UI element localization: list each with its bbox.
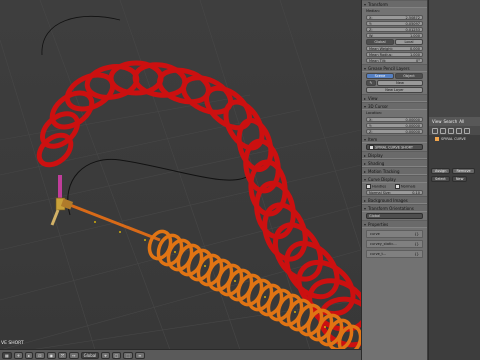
3d-viewport[interactable]: VE SHORT — [0, 0, 361, 350]
new-button[interactable]: New — [451, 176, 468, 182]
custom-prop-row[interactable]: curve{} — [366, 230, 423, 238]
transform-header[interactable]: ▾ Transform — [362, 0, 427, 8]
expand-icon: ▾ — [364, 136, 367, 142]
location-label: Location: — [366, 111, 382, 115]
view-header[interactable]: ▸ View — [362, 94, 427, 102]
mode-icon[interactable]: ⊡ — [35, 351, 45, 359]
layer-icon[interactable]: ⌖ — [101, 351, 110, 359]
collapse-icon: ▸ — [364, 160, 367, 166]
display-header[interactable]: ▸ Display — [362, 151, 427, 159]
normal-size-field[interactable]: Normal Size: 0.10 — [366, 190, 423, 195]
curve-icon — [435, 137, 439, 141]
shading-icon[interactable]: ◉ — [46, 351, 57, 359]
new-layer-button[interactable]: New Layer — [366, 87, 423, 93]
view-menu[interactable]: View — [432, 119, 442, 124]
item-name-field[interactable]: SPIRAL CURVE SHORT — [366, 144, 423, 150]
properties-header[interactable]: ▾ Properties — [362, 220, 427, 228]
normals-checkbox[interactable]: Normals — [395, 184, 423, 189]
object-button[interactable]: Object — [395, 73, 423, 79]
checkbox-icon — [366, 184, 371, 189]
pivot-icon[interactable]: ⤧ — [58, 351, 68, 359]
camera-icon[interactable] — [432, 127, 438, 134]
mean-weight-field[interactable]: Mean Weight: 0.000 — [366, 46, 423, 51]
curve-display-header[interactable]: ▾ Curve Display — [362, 175, 427, 183]
z-field[interactable]: Z: 0.01253 — [366, 27, 423, 32]
expand-icon: ▾ — [364, 65, 367, 71]
expand-icon: ▾ — [364, 205, 367, 211]
global-button[interactable]: Global — [366, 39, 394, 45]
outliner-panel: View Search All SPIRAL CURVE Assign Remo… — [428, 0, 480, 360]
w-field[interactable]: W: 1.000 — [366, 33, 423, 38]
outliner-top-area — [429, 0, 480, 117]
all-scenes-select[interactable]: All — [459, 119, 464, 124]
grease-pencil-header[interactable]: ▾ Grease Pencil Layers — [362, 64, 427, 72]
collapse-icon: ▸ — [364, 95, 367, 101]
view-menu[interactable]: + — [13, 351, 24, 359]
item-header[interactable]: ▾ Item — [362, 135, 427, 143]
assign-button[interactable]: Assign — [431, 168, 451, 174]
orientation-select[interactable]: Global — [80, 351, 100, 359]
mean-radius-field[interactable]: Mean Radius: 1.000 — [366, 52, 423, 57]
viewport-header: ▦ + ▸ ⊡ ◉ ⤧ ↔ Global ⌖ ▢ ⬚ ≡ — [0, 349, 361, 360]
collapse-icon: ▸ — [364, 197, 367, 203]
texture-icon[interactable] — [456, 127, 462, 134]
cursor-y-field[interactable]: Y: 0.00000 — [366, 123, 423, 128]
select-menu[interactable]: ▸ — [25, 351, 34, 359]
custom-prop-row[interactable]: curve_t...{} — [366, 250, 423, 258]
new-gp-button[interactable]: New — [377, 80, 423, 86]
outliner-toolbar — [429, 126, 480, 135]
scene-button[interactable]: Scene — [366, 73, 394, 79]
editor-type-button[interactable]: ▦ — [2, 351, 12, 359]
cursor-z-field[interactable]: Z: 0.00000 — [366, 129, 423, 134]
handles-checkbox[interactable]: Handles — [366, 184, 394, 189]
view-label: VE SHORT — [1, 341, 24, 346]
render-icon[interactable]: ≡ — [135, 351, 145, 359]
scene-render — [0, 0, 361, 350]
orientation-select[interactable]: Global — [366, 213, 423, 219]
select-button[interactable]: Select — [431, 176, 450, 182]
median-label: Median: — [366, 9, 380, 13]
expand-icon: ▾ — [364, 221, 367, 227]
expand-icon: ▾ — [364, 103, 367, 109]
outliner-header: View Search All — [429, 117, 480, 126]
proportional-icon[interactable]: ⬚ — [123, 351, 134, 359]
remove-button[interactable]: Remove — [452, 168, 475, 174]
snap-icon[interactable]: ▢ — [111, 351, 122, 359]
object-icon — [369, 145, 374, 150]
shading-header[interactable]: ▸ Shading — [362, 159, 427, 167]
outliner-item[interactable]: SPIRAL CURVE — [435, 137, 466, 141]
motion-header[interactable]: ▸ Motion Tracking — [362, 167, 427, 175]
pencil-icon[interactable]: ✎ — [366, 80, 376, 86]
manipulator-icon[interactable]: ↔ — [69, 351, 79, 359]
particles-icon[interactable] — [464, 127, 470, 134]
y-field[interactable]: Y: 0.05097 — [366, 21, 423, 26]
collapse-icon: ▸ — [364, 152, 367, 158]
expand-icon: ▾ — [364, 176, 367, 182]
expand-icon: ▾ — [364, 1, 367, 7]
cursor-header[interactable]: ▾ 3D Cursor — [362, 102, 427, 110]
custom-prop-row[interactable]: curvey_static...{} — [366, 240, 423, 248]
search-menu[interactable]: Search — [444, 119, 458, 124]
mesh-icon[interactable] — [440, 127, 446, 134]
properties-panel: ▾ Transform Median: X: 2.50872 Y: 0.05097 Z… — [361, 0, 427, 360]
transform-orientations-header[interactable]: ▾ Transform Orientations — [362, 204, 427, 212]
cursor-x-field[interactable]: X: 0.00000 — [366, 117, 423, 122]
background-images-header[interactable]: ▸ Background Images — [362, 196, 427, 204]
mean-tilt-field[interactable]: Mean Tilt: 0° — [366, 58, 423, 63]
local-button[interactable]: Local — [395, 39, 423, 45]
material-icon[interactable] — [448, 127, 454, 134]
x-field[interactable]: X: 2.50872 — [366, 15, 423, 20]
checkbox-icon — [395, 184, 400, 189]
collapse-icon: ▸ — [364, 168, 367, 174]
